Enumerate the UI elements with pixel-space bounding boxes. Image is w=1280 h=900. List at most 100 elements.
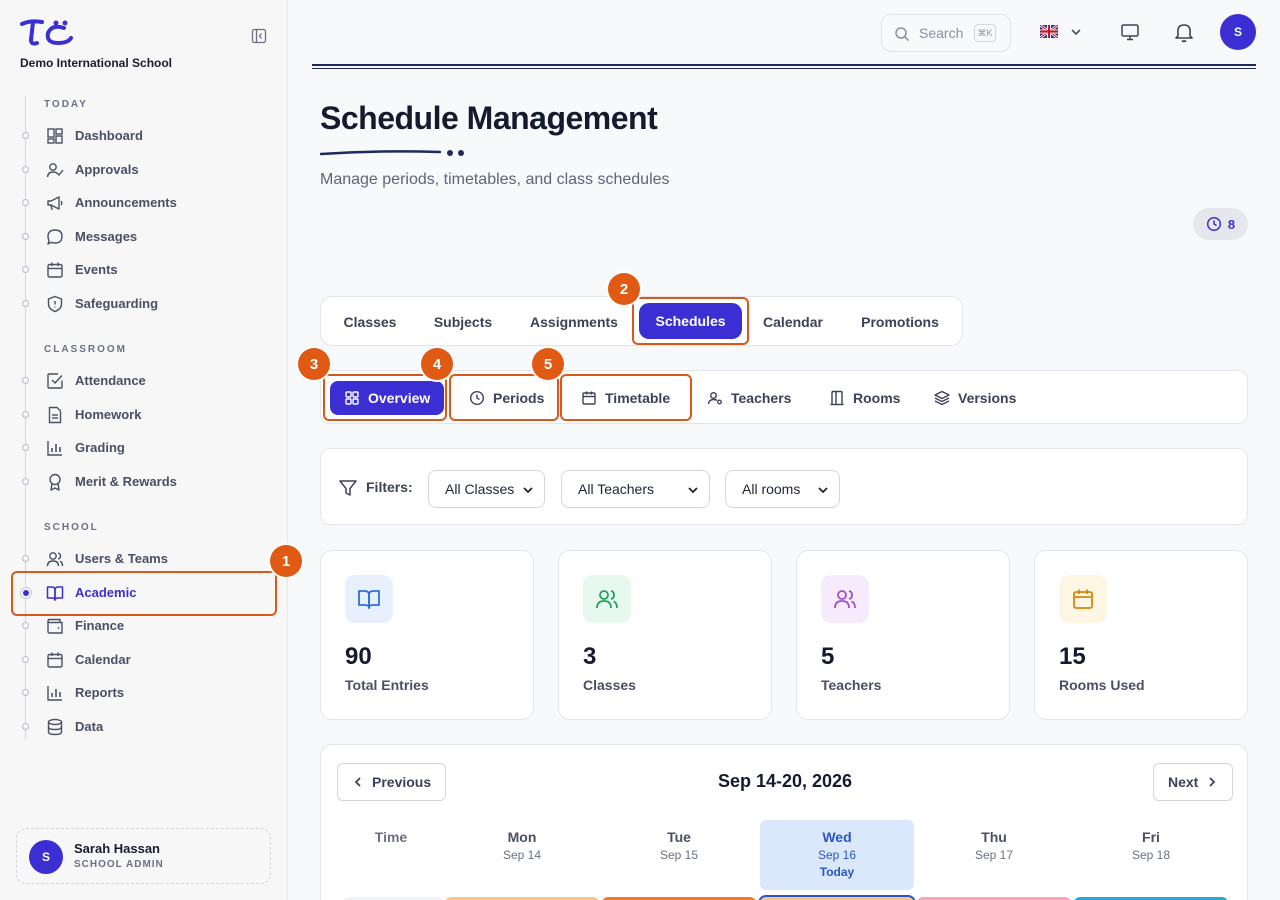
room-select[interactable]: All rooms — [725, 470, 840, 508]
sidebar-item-label: Homework — [75, 407, 142, 422]
user-card[interactable]: S Sarah Hassan SCHOOL ADMIN — [16, 828, 271, 884]
sidebar-item-label: Data — [75, 719, 104, 734]
page-subtitle: Manage periods, timetables, and class sc… — [320, 171, 670, 188]
sidebar-item-calendar[interactable]: Calendar — [16, 645, 276, 675]
stat-value: 90 — [345, 643, 372, 670]
day-name: Mon — [507, 829, 537, 845]
sidebar-item-label: Finance — [75, 618, 125, 633]
chevron-down-icon — [523, 487, 533, 494]
sidebar-item-dashboard[interactable]: Dashboard — [16, 121, 276, 151]
tab-calendar[interactable]: Calendar — [761, 309, 825, 335]
tab-promotions[interactable]: Promotions — [859, 309, 941, 335]
database-icon — [47, 718, 63, 736]
dashboard-icon — [47, 128, 63, 144]
step-badge-5: 5 — [532, 348, 564, 380]
collapse-sidebar-icon[interactable] — [251, 28, 267, 44]
sidebar-item-grading[interactable]: Grading — [16, 433, 276, 463]
stat-card-total-entries: 90 Total Entries — [320, 550, 534, 720]
monitor-icon[interactable] — [1120, 22, 1140, 42]
day-date: Sep 17 — [974, 848, 1014, 862]
calendar-icon — [47, 262, 63, 278]
tab-subjects[interactable]: Subjects — [431, 309, 495, 335]
subtab-label: Teachers — [731, 390, 792, 406]
users-icon — [834, 590, 856, 609]
filters-bar: Filters: All Classes All Teachers All ro… — [320, 448, 1248, 525]
teacher-select[interactable]: All Teachers — [561, 470, 710, 508]
wallet-icon — [47, 618, 63, 634]
class-select-value: All Classes — [445, 481, 515, 497]
avatar[interactable]: S — [1220, 14, 1256, 50]
megaphone-icon — [47, 196, 63, 211]
sidebar-item-merit-rewards[interactable]: Merit & Rewards — [16, 467, 276, 497]
time-column-header: Time — [374, 829, 408, 845]
sidebar-item-announcements[interactable]: Announcements — [16, 188, 276, 218]
previous-label: Previous — [372, 774, 432, 790]
sidebar-item-attendance[interactable]: Attendance — [16, 366, 276, 396]
sidebar-item-safeguarding[interactable]: Safeguarding — [16, 289, 276, 319]
search-shortcut: ⌘K — [974, 24, 996, 42]
search-placeholder: Search — [919, 25, 964, 41]
search-input[interactable]: Search ⌘K — [881, 14, 1011, 52]
sidebar-item-label: Safeguarding — [75, 296, 159, 311]
next-week-button[interactable]: Next — [1153, 763, 1234, 801]
day-date: Sep 18 — [1131, 848, 1171, 862]
stat-label: Classes — [583, 677, 636, 693]
subtab-label: Rooms — [853, 390, 901, 406]
divider — [312, 64, 1256, 69]
stat-value: 15 — [1059, 643, 1086, 670]
tab-classes[interactable]: Classes — [343, 309, 397, 335]
message-icon — [47, 229, 63, 245]
sidebar-item-label: Reports — [75, 685, 125, 700]
room-select-value: All rooms — [742, 481, 801, 497]
sidebar-item-homework[interactable]: Homework — [16, 400, 276, 430]
uk-flag-icon[interactable] — [1040, 25, 1058, 38]
clock-icon — [1206, 216, 1221, 232]
shield-icon — [47, 295, 63, 313]
day-name: Tue — [667, 829, 691, 845]
stat-label: Teachers — [821, 677, 882, 693]
bar-chart-icon — [47, 686, 62, 701]
stat-value: 5 — [821, 643, 835, 670]
subtab-label: Versions — [958, 390, 1017, 406]
sidebar-item-label: Messages — [75, 229, 138, 244]
count-value: 8 — [1227, 216, 1236, 232]
sidebar-item-label: Attendance — [75, 373, 146, 388]
sidebar-item-users-teams[interactable]: Users & Teams — [16, 544, 276, 574]
stat-icon-bg — [821, 575, 869, 623]
filter-icon — [339, 480, 357, 496]
day-header-wed: Wed Sep 16 Today — [760, 820, 914, 890]
school-logo — [20, 19, 73, 46]
subtab-teachers[interactable]: Teachers — [693, 381, 805, 415]
highlight-periods — [449, 374, 559, 421]
page-title: Schedule Management — [320, 100, 658, 136]
sidebar-item-messages[interactable]: Messages — [16, 222, 276, 252]
day-header-thu: Thu Sep 17 — [917, 820, 1071, 890]
user-icon — [707, 392, 722, 405]
day-header-fri: Fri Sep 18 — [1074, 820, 1228, 890]
stat-icon-bg — [345, 575, 393, 623]
tab-assignments[interactable]: Assignments — [527, 309, 621, 335]
stat-label: Rooms Used — [1059, 677, 1145, 693]
users-icon — [46, 552, 64, 567]
stat-card-rooms-used: 15 Rooms Used — [1034, 550, 1248, 720]
day-name: Wed — [822, 829, 852, 845]
sidebar-item-label: Users & Teams — [75, 551, 168, 566]
step-badge-2: 2 — [608, 273, 640, 305]
user-role: SCHOOL ADMIN — [74, 859, 164, 870]
stat-card-teachers: 5 Teachers — [796, 550, 1010, 720]
class-select[interactable]: All Classes — [428, 470, 545, 508]
sidebar-item-events[interactable]: Events — [16, 255, 276, 285]
status-badge[interactable]: 8 — [1193, 208, 1248, 240]
bell-icon[interactable] — [1173, 21, 1195, 43]
previous-week-button[interactable]: Previous — [337, 763, 447, 801]
subtab-versions[interactable]: Versions — [920, 381, 1030, 415]
sidebar-item-reports[interactable]: Reports — [16, 678, 276, 708]
subtab-rooms[interactable]: Rooms — [815, 381, 914, 415]
sidebar-item-label: Dashboard — [75, 128, 143, 143]
section-label-classroom: CLASSROOM — [44, 344, 127, 355]
school-name: Demo International School — [20, 56, 173, 70]
calendar-icon — [47, 652, 63, 668]
sidebar-item-approvals[interactable]: Approvals — [16, 155, 276, 185]
chevron-down-icon[interactable] — [1070, 26, 1082, 38]
sidebar-item-data[interactable]: Data — [16, 712, 276, 742]
